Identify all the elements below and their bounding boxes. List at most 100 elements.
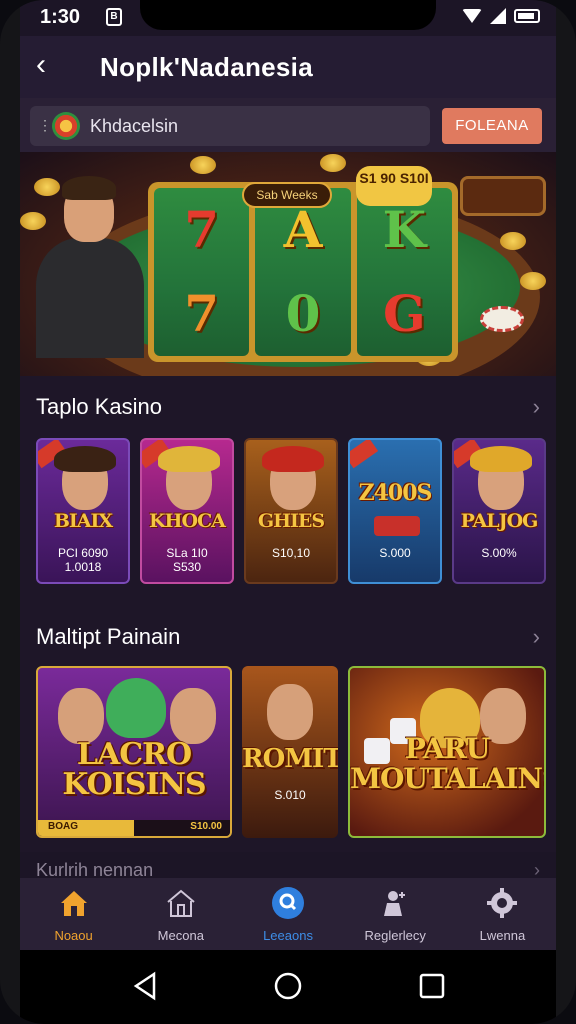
home-icon bbox=[60, 891, 87, 916]
section-multiplayer: Maltipt Painain › LACRO KOISINS BOAG S10.… bbox=[20, 606, 556, 852]
game-stat: S.010 bbox=[274, 788, 306, 802]
status-bar: 1:30 B bbox=[20, 0, 556, 36]
gear-icon bbox=[487, 888, 518, 918]
building-icon bbox=[167, 889, 195, 917]
slot-marquee: Sab Weeks bbox=[242, 182, 332, 208]
game-card[interactable]: Z400S S.000 bbox=[348, 438, 442, 584]
mascot-icon bbox=[106, 678, 166, 738]
jackpot-label: BOAG bbox=[48, 821, 78, 832]
character-portrait bbox=[170, 688, 216, 744]
game-card[interactable]: BIAIX PCI 6090 1.0018 bbox=[36, 438, 130, 584]
character-portrait bbox=[58, 688, 104, 744]
featured-game-card[interactable]: ROMIT S.010 bbox=[242, 666, 338, 838]
character-portrait bbox=[267, 684, 313, 740]
status-icons bbox=[462, 8, 540, 24]
game-stat: PCI 6090 1.0018 bbox=[57, 546, 109, 574]
reel-symbol: 7 bbox=[184, 200, 220, 259]
reel-3: K G bbox=[356, 188, 452, 356]
promo-banner[interactable]: 7 7 A 0 K G Sab Weeks S1 90 S10I bbox=[20, 152, 556, 376]
reel-symbol: K bbox=[382, 200, 427, 259]
featured-game-card[interactable]: PARU MOUTALAINS bbox=[348, 666, 546, 838]
chevron-right-icon[interactable]: › bbox=[533, 624, 540, 650]
casino-logo-icon bbox=[52, 112, 80, 140]
slot-reels: 7 7 A 0 K G bbox=[148, 182, 458, 362]
dealer-hair bbox=[62, 176, 116, 200]
game-title: LACRO KOISINS bbox=[62, 737, 206, 802]
nav-label: Lwenna bbox=[479, 928, 526, 943]
notification-icon: B bbox=[106, 8, 122, 26]
nav-home[interactable]: Noaou bbox=[20, 878, 127, 950]
home-circle-icon[interactable] bbox=[272, 970, 304, 1002]
treasure-chest-icon bbox=[374, 516, 420, 536]
reel-symbol: 7 bbox=[184, 284, 220, 343]
game-card[interactable]: PALJOG S.00% bbox=[452, 438, 546, 584]
back-arrow-icon[interactable]: ‹ bbox=[36, 50, 64, 80]
search-input[interactable]: ⋮ Khdacelsin bbox=[30, 106, 430, 146]
hat-icon bbox=[262, 446, 324, 472]
hat-icon bbox=[470, 446, 532, 472]
signal-icon bbox=[490, 8, 506, 24]
coin-icon bbox=[500, 232, 526, 250]
game-title: BIAIX bbox=[53, 510, 113, 532]
search-row: ⋮ Khdacelsin FOLEANA bbox=[20, 98, 556, 152]
section-top-casino: Taplo Kasino › BIAIX PCI 6090 1.0018 KHOC… bbox=[20, 376, 556, 606]
phone-frame: 1:30 B ‹ Noplk'Nadanesia ⋮ Khdacelsin FO… bbox=[0, 0, 576, 1024]
bottom-nav: Noaou Mecona Leeaons Reglerlecy Lwenna bbox=[20, 878, 556, 950]
nav-casino[interactable]: Mecona bbox=[127, 878, 234, 950]
jackpot-progress-bar: BOAG S10.00 bbox=[38, 820, 230, 836]
camera-notch bbox=[140, 0, 436, 30]
nav-label: Reglerlecy bbox=[364, 928, 426, 943]
action-button[interactable]: FOLEANA bbox=[442, 108, 542, 144]
chevron-right-icon[interactable]: › bbox=[533, 394, 540, 420]
featured-game-card[interactable]: LACRO KOISINS BOAG S10.00 bbox=[36, 666, 232, 838]
featured-card-row: LACRO KOISINS BOAG S10.00 ROMIT S.010 PA… bbox=[36, 666, 546, 838]
reel-symbol: G bbox=[382, 284, 426, 343]
coin-icon bbox=[190, 156, 216, 174]
nav-search[interactable]: Leeaons bbox=[234, 878, 341, 950]
game-stat: SLa 1I0 S530 bbox=[166, 546, 208, 574]
reel-symbol: 0 bbox=[285, 284, 321, 343]
dealer-body bbox=[36, 238, 144, 358]
battery-icon bbox=[514, 9, 540, 23]
nav-label: Leeaons bbox=[263, 928, 313, 943]
coin-icon bbox=[20, 212, 46, 230]
page-title: Noplk'Nadanesia bbox=[100, 52, 313, 82]
user-plus-icon bbox=[384, 891, 406, 916]
status-time: 1:30 bbox=[40, 6, 81, 28]
game-title: KHOCA bbox=[149, 510, 226, 532]
nav-label: Mecona bbox=[157, 928, 204, 943]
game-title: Z400S bbox=[358, 480, 433, 506]
recents-square-icon[interactable] bbox=[416, 970, 448, 1002]
back-triangle-icon[interactable] bbox=[130, 970, 162, 1002]
game-title: PALJOG bbox=[460, 510, 539, 532]
system-nav-bar bbox=[20, 950, 556, 1024]
game-title: ROMIT bbox=[242, 744, 338, 774]
game-card[interactable]: KHOCA SLa 1I0 S530 bbox=[140, 438, 234, 584]
new-badge bbox=[350, 440, 379, 469]
search-icon bbox=[272, 887, 304, 919]
section-title: Taplo Kasino bbox=[36, 394, 162, 419]
jackpot-amount: S10.00 bbox=[190, 821, 222, 832]
app-header: ‹ Noplk'Nadanesia bbox=[20, 36, 556, 98]
game-card[interactable]: GHIES S10,10 bbox=[244, 438, 338, 584]
search-value: Khdacelsin bbox=[90, 116, 179, 136]
character-hair bbox=[54, 446, 116, 472]
roulette-wheel-icon bbox=[460, 176, 546, 216]
nav-register[interactable]: Reglerlecy bbox=[342, 878, 449, 950]
game-title: GHIES bbox=[257, 510, 325, 532]
game-stat: S10,10 bbox=[271, 546, 311, 560]
chip-stack-icon bbox=[480, 306, 524, 332]
app-screen: 1:30 B ‹ Noplk'Nadanesia ⋮ Khdacelsin FO… bbox=[20, 0, 556, 1024]
coin-icon bbox=[520, 272, 546, 290]
drag-handle-icon: ⋮ bbox=[38, 117, 52, 133]
reel-symbol: A bbox=[283, 200, 323, 259]
coin-icon bbox=[34, 178, 60, 196]
section-title: Maltipt Painain bbox=[36, 624, 181, 649]
wifi-icon bbox=[462, 9, 482, 23]
price-tag: S1 90 S10I bbox=[356, 166, 432, 206]
nav-settings[interactable]: Lwenna bbox=[449, 878, 556, 950]
game-stat: S.000 bbox=[379, 546, 411, 560]
dealer-figure bbox=[26, 172, 146, 372]
game-title: PARU MOUTALAINS bbox=[350, 732, 546, 795]
reel-1: 7 7 bbox=[154, 188, 250, 356]
